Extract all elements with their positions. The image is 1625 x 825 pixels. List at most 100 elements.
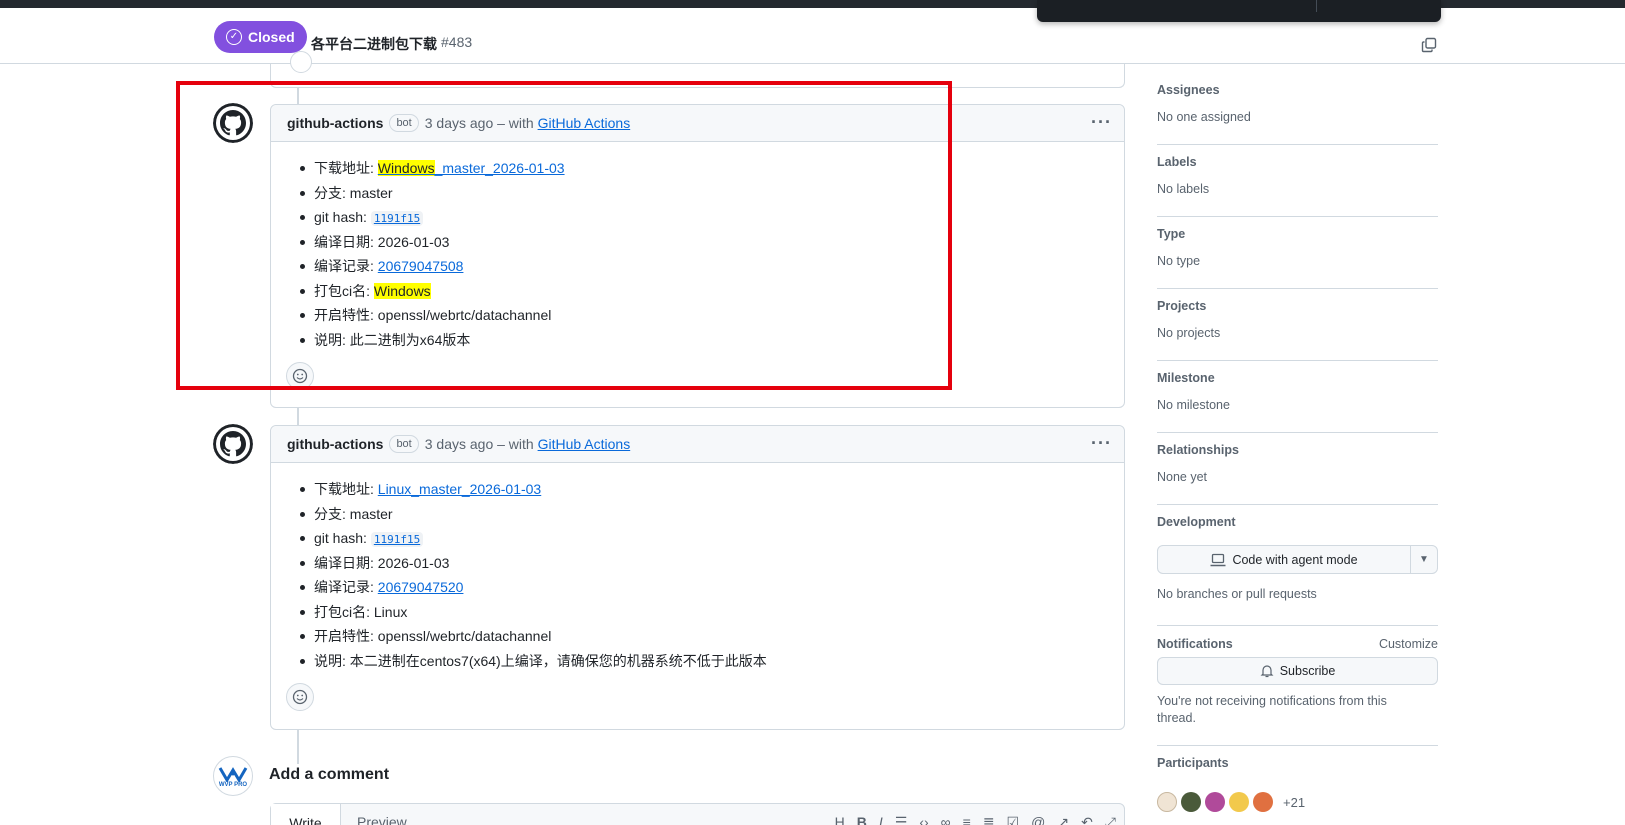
quote-icon[interactable]: ☰: [895, 814, 908, 825]
add-comment-heading: Add a comment: [269, 766, 390, 783]
build-record-link[interactable]: 20679047520: [378, 579, 464, 595]
heading-icon[interactable]: H: [835, 814, 845, 825]
previous-reaction-button[interactable]: [290, 51, 312, 73]
app-link[interactable]: GitHub Actions: [538, 436, 631, 452]
list-item: 分支: master: [300, 502, 1124, 527]
mention-icon[interactable]: @: [1031, 814, 1045, 825]
assignees-value: No one assigned: [1157, 110, 1251, 124]
reply-icon[interactable]: ↶: [1081, 814, 1093, 825]
bot-badge: bot: [389, 435, 419, 453]
comment-options-icon[interactable]: ···: [1091, 112, 1112, 132]
participant-avatar[interactable]: [1205, 792, 1225, 812]
projects-section: Projects No projects: [1157, 289, 1438, 361]
wvp-logo-icon: [218, 767, 248, 782]
fullscreen-icon[interactable]: ⤢: [1105, 814, 1116, 825]
add-reaction-button[interactable]: [286, 683, 314, 711]
development-section: Development Code with agent mode ▼ No br…: [1157, 505, 1438, 626]
list-item: git hash: 1191f15: [300, 205, 1124, 230]
comment-body: 下载地址: Linux_master_2026-01-03 分支: master…: [271, 463, 1124, 711]
laptop-icon: [1210, 553, 1226, 566]
comment-editor: Write Preview H B I ☰ ‹› ∞ ≡ ≣ ☑ @ ↗ ↶ ⤢: [270, 803, 1125, 825]
numbered-list-icon[interactable]: ≣: [983, 814, 995, 825]
development-value: No branches or pull requests: [1157, 587, 1317, 601]
commit-hash-link[interactable]: 1191f15: [370, 532, 424, 547]
bot-badge: bot: [389, 114, 419, 132]
list-item: 下载地址: Windows_master_2026-01-03: [300, 156, 1124, 181]
comment-time[interactable]: 3 days ago – with: [425, 115, 534, 131]
list-item: git hash: 1191f15: [300, 526, 1124, 551]
code-with-agent-main[interactable]: Code with agent mode: [1158, 546, 1411, 573]
record-label: 编译记录:: [314, 579, 378, 595]
bell-icon: [1260, 665, 1274, 678]
cross-reference-icon[interactable]: ↗: [1057, 814, 1069, 825]
assignees-label[interactable]: Assignees: [1157, 83, 1438, 97]
list-item: 编译记录: 20679047520: [300, 575, 1124, 600]
commit-hash-link[interactable]: 1191f15: [370, 211, 424, 226]
italic-icon[interactable]: I: [879, 814, 883, 825]
participant-avatar[interactable]: [1229, 792, 1249, 812]
bullet-list-icon[interactable]: ≡: [963, 814, 971, 825]
github-actions-avatar[interactable]: [213, 424, 253, 464]
bold-icon[interactable]: B: [857, 814, 867, 825]
issue-sidebar: Assignees No one assigned Labels No labe…: [1157, 64, 1438, 816]
comment-options-icon[interactable]: ···: [1091, 433, 1112, 453]
notifications-section: Notifications Customize Subscribe You're…: [1157, 626, 1438, 746]
app-link[interactable]: GitHub Actions: [538, 115, 631, 131]
download-link-rest: _master_2026-01-03: [434, 160, 565, 176]
download-link[interactable]: Windows_master_2026-01-03: [377, 160, 565, 176]
participant-avatar[interactable]: [1181, 792, 1201, 812]
participant-avatar[interactable]: [1157, 792, 1177, 812]
list-item: 编译记录: 20679047508: [300, 254, 1124, 279]
customize-link[interactable]: Customize: [1379, 637, 1438, 651]
task-list-icon[interactable]: ☑: [1007, 814, 1020, 825]
relationships-label[interactable]: Relationships: [1157, 443, 1438, 457]
check-circle-icon: ✓: [226, 29, 242, 45]
milestone-label[interactable]: Milestone: [1157, 371, 1438, 385]
download-label: 下载地址:: [314, 481, 378, 497]
list-item: 编译日期: 2026-01-03: [300, 230, 1124, 255]
issue-title[interactable]: 各平台二进制包下载: [311, 34, 437, 54]
comment-author[interactable]: github-actions: [287, 115, 383, 131]
link-icon[interactable]: ∞: [941, 814, 951, 825]
github-actions-avatar[interactable]: [213, 103, 253, 143]
projects-label[interactable]: Projects: [1157, 299, 1438, 313]
list-item: 分支: master: [300, 181, 1124, 206]
tab-preview[interactable]: Preview: [357, 814, 407, 825]
comment-meta: 3 days ago – with GitHub Actions: [425, 115, 630, 131]
subscribe-button[interactable]: Subscribe: [1157, 657, 1438, 685]
labels-label[interactable]: Labels: [1157, 155, 1438, 169]
user-avatar[interactable]: WVP PRO: [213, 756, 253, 796]
code-with-agent-button[interactable]: Code with agent mode ▼: [1157, 545, 1438, 574]
comment-card: github-actions bot 3 days ago – with Git…: [270, 425, 1125, 730]
list-item: 开启特性: openssl/webrtc/datachannel: [300, 303, 1124, 328]
participant-avatar[interactable]: [1253, 792, 1273, 812]
comment-author[interactable]: github-actions: [287, 436, 383, 452]
list-item: 打包ci名: Linux: [300, 600, 1124, 625]
previous-comment-tail: [270, 64, 1125, 88]
state-label: Closed: [248, 29, 295, 45]
relationships-value: None yet: [1157, 470, 1208, 484]
comment-meta: 3 days ago – with GitHub Actions: [425, 436, 630, 452]
participants-section: Participants +21: [1157, 746, 1438, 816]
list-item: 打包ci名: Windows: [300, 279, 1124, 304]
labels-section: Labels No labels: [1157, 145, 1438, 217]
milestone-value: No milestone: [1157, 398, 1230, 412]
smiley-icon: [292, 368, 308, 384]
copy-icon[interactable]: [1421, 37, 1437, 53]
build-record-link[interactable]: 20679047508: [378, 258, 464, 274]
chevron-down-icon[interactable]: ▼: [1411, 554, 1437, 565]
hash-label: git hash:: [314, 209, 371, 225]
comment-header: github-actions bot 3 days ago – with Git…: [271, 426, 1124, 463]
list-item: 编译日期: 2026-01-03: [300, 551, 1124, 576]
download-link[interactable]: Linux_master_2026-01-03: [378, 481, 541, 497]
comment-card: github-actions bot 3 days ago – with Git…: [270, 104, 1125, 408]
development-label[interactable]: Development: [1157, 515, 1438, 529]
add-reaction-button[interactable]: [286, 362, 314, 390]
type-label[interactable]: Type: [1157, 227, 1438, 241]
tab-write[interactable]: Write: [271, 804, 341, 825]
ci-label: 打包ci名:: [314, 282, 374, 299]
participants-more[interactable]: +21: [1283, 795, 1305, 810]
comment-header: github-actions bot 3 days ago – with Git…: [271, 105, 1124, 142]
code-icon[interactable]: ‹›: [919, 814, 928, 825]
comment-time[interactable]: 3 days ago – with: [425, 436, 534, 452]
